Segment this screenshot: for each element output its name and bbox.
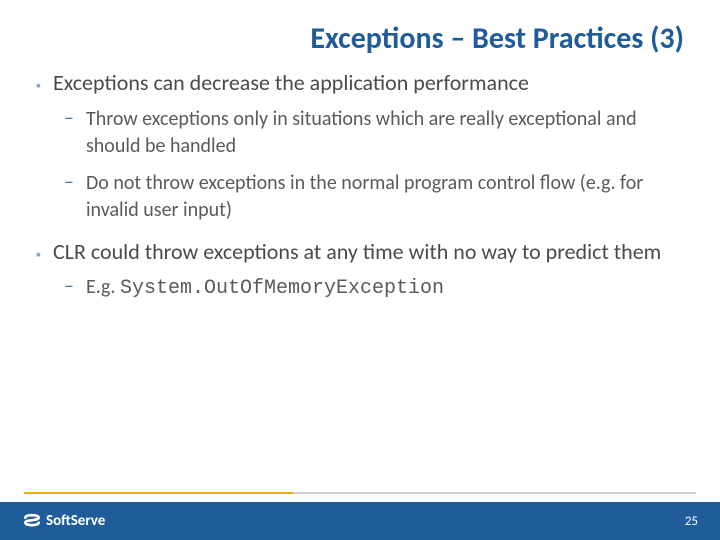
bullet-level-1: ▪ CLR could throw exceptions at any time… — [36, 238, 690, 267]
brand-name: SoftServe — [46, 512, 105, 530]
bullet-text: Do not throw exceptions in the normal pr… — [86, 170, 690, 224]
divider-rule — [24, 492, 696, 494]
bullet-text: Throw exceptions only in situations whic… — [86, 106, 690, 160]
dash-bullet-icon: – — [64, 105, 74, 132]
dash-bullet-icon: – — [64, 169, 74, 196]
bullet-level-1: ▪ Exceptions can decrease the applicatio… — [36, 69, 690, 98]
bullet-text: CLR could throw exceptions at any time w… — [53, 238, 661, 267]
slide-footer: SoftServe 25 — [0, 502, 720, 540]
bullet-level-2: – Do not throw exceptions in the normal … — [64, 170, 690, 224]
square-bullet-icon: ▪ — [36, 77, 41, 95]
bullet-level-2: – E.g. System.OutOfMemoryException — [64, 274, 690, 302]
bullet-text: Exceptions can decrease the application … — [53, 69, 529, 98]
page-number: 25 — [685, 514, 698, 529]
dash-bullet-icon: – — [64, 273, 74, 300]
slide: Exceptions – Best Practices (3) ▪ Except… — [0, 0, 720, 540]
bullet-text: E.g. System.OutOfMemoryException — [86, 274, 444, 302]
bullet-level-2: – Throw exceptions only in situations wh… — [64, 106, 690, 160]
square-bullet-icon: ▪ — [36, 246, 41, 264]
bullet-prefix: E.g. — [86, 275, 120, 299]
slide-content: ▪ Exceptions can decrease the applicatio… — [30, 69, 690, 302]
brand-logo: SoftServe — [22, 511, 105, 531]
code-text: System.OutOfMemoryException — [120, 277, 444, 300]
slide-title: Exceptions – Best Practices (3) — [30, 20, 690, 57]
logo-icon — [22, 511, 42, 531]
